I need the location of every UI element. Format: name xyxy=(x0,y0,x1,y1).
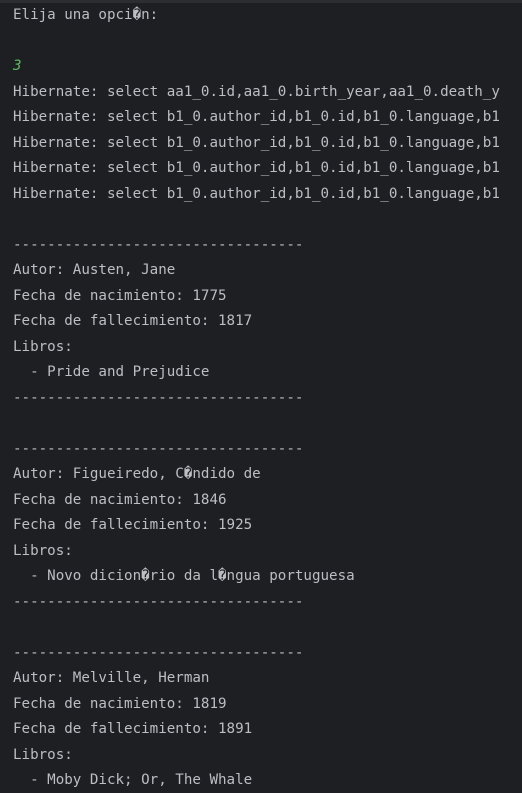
console-line: Fecha de fallecimiento: 1817 xyxy=(13,313,253,329)
console-line: Fecha de nacimiento: 1819 xyxy=(13,695,227,712)
console-line: Fecha de fallecimiento: 1925 xyxy=(13,517,253,533)
console-line: Hibernate: select b1_0.author_id,b1_0.id… xyxy=(13,160,500,176)
console-line: Hibernate: select b1_0.author_id,b1_0.id… xyxy=(13,134,500,151)
console-line: Hibernate: select aa1_0.id,aa1_0.birth_y… xyxy=(13,83,500,100)
console-line: - Moby Dick; Or, The Whale xyxy=(13,772,253,788)
console-line: Autor: Melville, Herman xyxy=(13,670,210,686)
console-output[interactable]: Elija una opci�n: 3 Hibernate: select aa… xyxy=(0,0,522,793)
console-user-input: 3 xyxy=(13,58,22,74)
console-line: Autor: Figueiredo, C�ndido de xyxy=(13,466,261,482)
console-line: - Novo dicion�rio da l�ngua portuguesa xyxy=(13,568,355,584)
console-line: Hibernate: select b1_0.author_id,b1_0.id… xyxy=(13,185,500,202)
console-line: Hibernate: select b1_0.author_id,b1_0.id… xyxy=(13,109,500,125)
console-line: Libros: xyxy=(13,338,73,355)
console-line: ---------------------------------- xyxy=(13,440,304,457)
console-line: ---------------------------------- xyxy=(13,236,304,253)
console-line: Fecha de fallecimiento: 1891 xyxy=(13,721,253,737)
console-line: ---------------------------------- xyxy=(13,593,304,610)
console-line: Libros: xyxy=(13,746,73,763)
console-line: - Pride and Prejudice xyxy=(13,364,210,380)
console-line: Autor: Austen, Jane xyxy=(13,262,176,278)
console-line: Libros: xyxy=(13,542,73,559)
console-line: ---------------------------------- xyxy=(13,644,304,661)
console-line: Elija una opci�n: xyxy=(13,7,159,23)
console-line: ---------------------------------- xyxy=(13,389,304,406)
console-line: Fecha de nacimiento: 1775 xyxy=(13,287,227,304)
console-line: Fecha de nacimiento: 1846 xyxy=(13,491,227,508)
